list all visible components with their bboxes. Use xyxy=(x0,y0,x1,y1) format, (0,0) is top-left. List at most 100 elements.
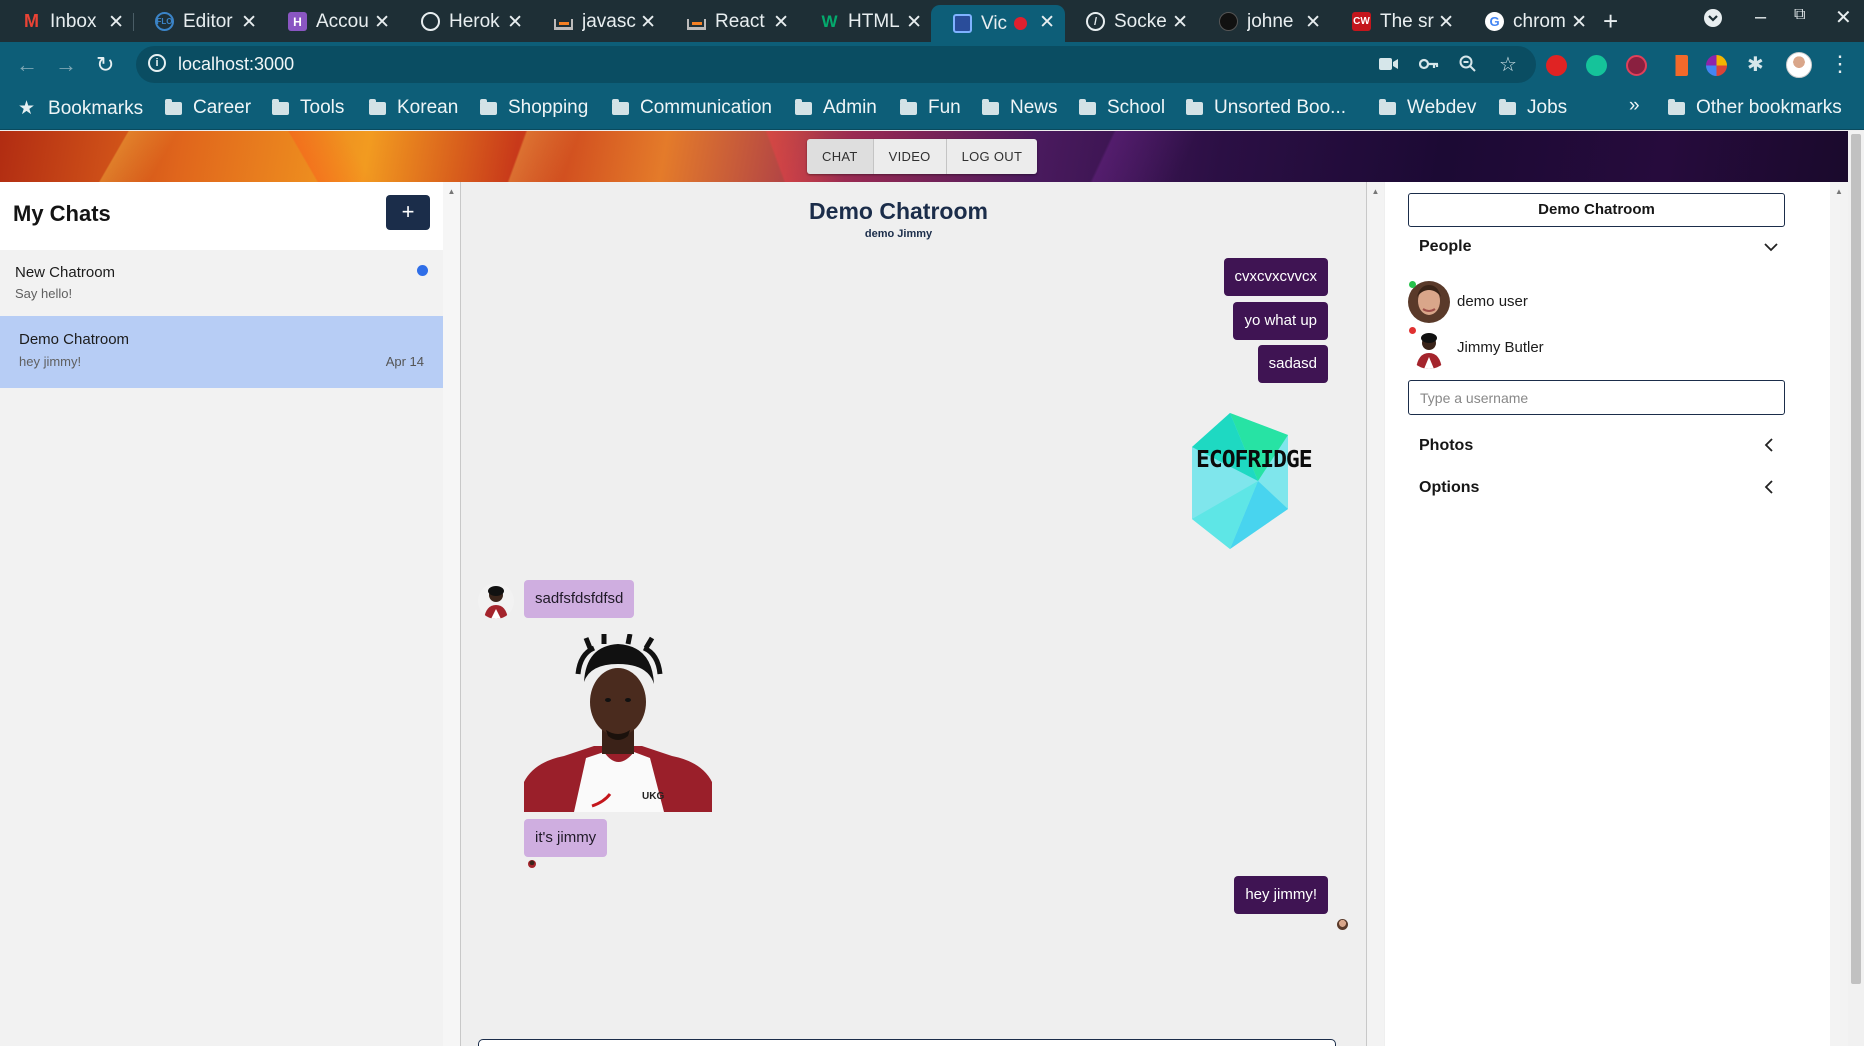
reload-icon[interactable]: ↻ xyxy=(96,52,114,78)
nav-logout-button[interactable]: LOG OUT xyxy=(946,139,1038,174)
tab-3[interactable]: Herok ✕ xyxy=(399,5,533,38)
tab-11[interactable]: G chrom ✕ xyxy=(1463,5,1597,38)
tab-6[interactable]: W HTML ✕ xyxy=(798,5,932,38)
site-info-icon[interactable]: i xyxy=(148,54,166,72)
page-scrollbar[interactable] xyxy=(1848,131,1864,1046)
photos-section-header[interactable]: Photos xyxy=(1419,437,1473,455)
chatroom-name-button[interactable]: Demo Chatroom xyxy=(1408,193,1785,227)
tab-8[interactable]: / Socke ✕ xyxy=(1064,5,1198,38)
options-section-header[interactable]: Options xyxy=(1419,479,1479,497)
zoom-icon[interactable] xyxy=(1459,55,1477,78)
folder-icon xyxy=(165,98,182,115)
bookmark-star-icon[interactable]: ☆ xyxy=(1499,52,1517,77)
forward-arrow-icon[interactable]: → xyxy=(55,52,77,78)
bookmark-folder-communication[interactable]: Communication xyxy=(612,97,772,119)
bookmark-folder-webdev[interactable]: Webdev xyxy=(1379,97,1476,119)
new-tab-button[interactable]: + xyxy=(1603,6,1618,37)
nav-video-button[interactable]: VIDEO xyxy=(873,139,947,174)
chat-last-message: Say hello! xyxy=(15,286,73,301)
message-bubble-outgoing: cvxcvxcvvcx xyxy=(1223,258,1328,296)
scroll-up-icon[interactable]: ▲ xyxy=(1367,187,1384,196)
close-tab-icon[interactable]: ✕ xyxy=(507,11,523,34)
close-tab-icon[interactable]: ✕ xyxy=(1305,11,1321,34)
nav-chat-button[interactable]: CHAT xyxy=(807,139,874,174)
close-window-button[interactable]: ✕ xyxy=(1835,5,1852,30)
jimmy-photo-attachment[interactable]: UKG xyxy=(524,634,712,812)
person-item[interactable]: Jimmy Butler xyxy=(1408,327,1708,371)
bookmark-folder-shopping[interactable]: Shopping xyxy=(480,97,588,119)
tab-9[interactable]: johne ✕ xyxy=(1197,5,1331,38)
scroll-up-icon[interactable]: ▲ xyxy=(443,187,460,196)
record-extension-icon[interactable] xyxy=(1626,55,1647,76)
ecofridge-image-attachment[interactable]: ECOFRIDGE xyxy=(1188,411,1340,551)
colorful-extension-icon[interactable] xyxy=(1706,55,1727,76)
extensions-puzzle-icon[interactable]: ✱ xyxy=(1747,52,1768,76)
bookmark-folder-unsorted[interactable]: Unsorted Boo... xyxy=(1186,97,1346,119)
close-tab-icon[interactable]: ✕ xyxy=(374,11,390,34)
chat-list-scrollbar[interactable]: ▲ xyxy=(443,182,461,1046)
scrollbar-thumb[interactable] xyxy=(1851,134,1861,984)
bookmark-folder-fun[interactable]: Fun xyxy=(900,97,961,119)
bookmark-folder-school[interactable]: School xyxy=(1079,97,1165,119)
chevron-down-icon[interactable] xyxy=(1763,238,1779,258)
chat-list-item-selected[interactable]: Demo Chatroom hey jimmy! Apr 14 xyxy=(0,316,443,388)
tab-4[interactable]: javasc ✕ xyxy=(532,5,666,38)
close-tab-icon[interactable]: ✕ xyxy=(1039,11,1055,34)
chevron-left-icon[interactable] xyxy=(1763,479,1775,500)
tab-10[interactable]: CW The sr ✕ xyxy=(1330,5,1464,38)
close-tab-icon[interactable]: ✕ xyxy=(1438,11,1454,34)
close-tab-icon[interactable]: ✕ xyxy=(1172,11,1188,34)
globe-icon xyxy=(421,12,440,31)
chat-list-item[interactable]: New Chatroom Say hello! xyxy=(0,250,443,319)
bookmark-label: School xyxy=(1107,97,1166,118)
tab-search-icon[interactable] xyxy=(1703,8,1723,34)
menu-dots-icon[interactable]: ⋮ xyxy=(1829,51,1851,77)
bookmark-folder-news[interactable]: News xyxy=(982,97,1058,119)
url-text[interactable]: localhost:3000 xyxy=(178,54,294,75)
close-tab-icon[interactable]: ✕ xyxy=(1571,11,1587,34)
tab-7-active[interactable]: Vic ✕ xyxy=(931,5,1065,42)
chevron-left-icon[interactable] xyxy=(1763,437,1775,458)
bookmark-folder-korean[interactable]: Korean xyxy=(369,97,458,119)
bookmark-folder-admin[interactable]: Admin xyxy=(795,97,877,119)
scroll-up-icon[interactable]: ▲ xyxy=(1830,187,1848,196)
tab-1[interactable]: FLO Editor ✕ xyxy=(133,5,267,38)
chat-feed-scrollbar[interactable]: ▲ xyxy=(1366,182,1384,1046)
grammarly-extension-icon[interactable] xyxy=(1586,55,1607,76)
online-status-dot xyxy=(1409,281,1416,288)
ecofridge-logo xyxy=(1192,413,1288,549)
extension-icon[interactable] xyxy=(1667,55,1688,76)
tab-5[interactable]: React ✕ xyxy=(665,5,799,38)
close-tab-icon[interactable]: ✕ xyxy=(241,11,257,34)
compass-icon: / xyxy=(1086,12,1105,31)
bookmarks-overflow-button[interactable]: » xyxy=(1629,95,1640,117)
bookmark-folder-jobs[interactable]: Jobs xyxy=(1499,97,1567,119)
person-item[interactable]: demo user xyxy=(1408,281,1708,325)
add-username-input[interactable] xyxy=(1408,380,1785,415)
bookmark-folder-tools[interactable]: Tools xyxy=(272,97,344,119)
close-tab-icon[interactable]: ✕ xyxy=(773,11,789,34)
restore-button[interactable]: ⧉ xyxy=(1794,6,1805,24)
offline-status-dot xyxy=(1409,327,1416,334)
close-tab-icon[interactable]: ✕ xyxy=(640,11,656,34)
tab-0[interactable]: M Inbox ✕ xyxy=(0,5,134,38)
camera-icon[interactable] xyxy=(1379,55,1399,76)
minimize-button[interactable]: – xyxy=(1755,6,1766,29)
address-bar[interactable]: i localhost:3000 ☆ xyxy=(136,46,1536,83)
folder-icon xyxy=(1079,98,1096,115)
bookmark-label: News xyxy=(1010,97,1058,118)
profile-avatar[interactable] xyxy=(1786,52,1812,78)
new-chat-button[interactable]: + xyxy=(386,195,430,230)
close-tab-icon[interactable]: ✕ xyxy=(906,11,922,34)
tab-2[interactable]: H Accou ✕ xyxy=(266,5,400,38)
key-icon[interactable] xyxy=(1418,55,1439,76)
settings-panel-scrollbar[interactable]: ▲ xyxy=(1830,182,1848,1046)
close-tab-icon[interactable]: ✕ xyxy=(108,11,124,34)
back-arrow-icon[interactable]: ← xyxy=(16,52,38,78)
message-input[interactable] xyxy=(478,1039,1336,1046)
adblock-extension-icon[interactable] xyxy=(1546,55,1567,76)
people-section-header[interactable]: People xyxy=(1419,238,1471,256)
bookmarks-star-item[interactable]: ★ Bookmarks xyxy=(18,97,143,120)
bookmark-folder-other[interactable]: Other bookmarks xyxy=(1668,97,1842,119)
bookmark-folder-career[interactable]: Career xyxy=(165,97,251,119)
